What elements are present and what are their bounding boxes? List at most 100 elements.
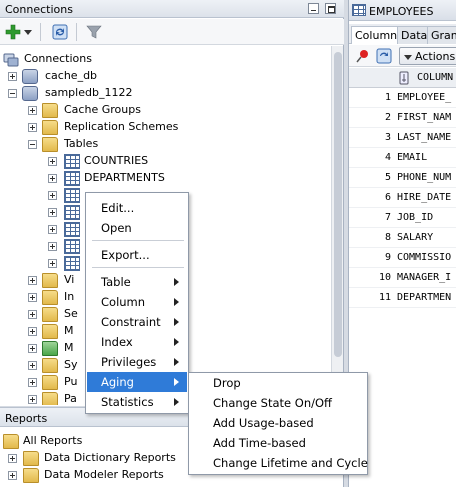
submenu-arrow-icon — [174, 318, 179, 326]
tab-grants[interactable]: Grant — [427, 26, 456, 44]
menu-item-add-usage-based[interactable]: Add Usage-based — [190, 413, 366, 433]
add-icon[interactable] — [5, 24, 21, 40]
menu-item-column[interactable]: Column — [87, 292, 187, 312]
table-row[interactable] — [48, 255, 88, 272]
menu-item-table[interactable]: Table — [87, 272, 187, 292]
table-row[interactable]: 5 PHONE_NUM — [349, 168, 456, 188]
vertical-scrollbar[interactable] — [331, 46, 343, 406]
menu-item-change-lifetime[interactable]: Change Lifetime and Cycle — [190, 453, 368, 473]
expand-icon[interactable] — [48, 225, 57, 234]
menu-item-add-time-based[interactable]: Add Time-based — [190, 433, 366, 453]
column-name-cell[interactable]: SALARY — [397, 232, 433, 243]
collapse-icon[interactable] — [8, 89, 17, 98]
column-name-cell[interactable]: DEPARTMEN — [397, 292, 451, 303]
collapse-icon[interactable] — [28, 140, 37, 149]
expand-icon[interactable] — [8, 471, 17, 480]
table-row[interactable]: 9 COMMISSIO — [349, 248, 456, 268]
row-number: 6 — [384, 192, 391, 203]
tab-employees[interactable]: EMPLOYEES — [349, 0, 456, 21]
column-name-cell[interactable]: PHONE_NUM — [397, 172, 451, 183]
minimize-icon[interactable] — [308, 3, 319, 14]
pin-icon[interactable] — [355, 48, 371, 64]
tree-item-materialized-logs[interactable]: M — [28, 340, 88, 357]
table-row[interactable]: 8 SALARY — [349, 228, 456, 248]
tree-item-sampledb[interactable]: sampledb_1122 — [8, 85, 328, 102]
tree-item-replication-schemes[interactable]: Replication Schemes — [28, 119, 328, 136]
table-row[interactable]: 6 HIRE_DATE — [349, 188, 456, 208]
table-row[interactable] — [48, 204, 88, 221]
expand-icon[interactable] — [48, 242, 57, 251]
menu-item-label: Open — [101, 221, 132, 235]
menu-item-change-state[interactable]: Change State On/Off — [190, 393, 366, 413]
table-row[interactable]: 10 MANAGER_I — [349, 268, 456, 288]
menu-item-export[interactable]: Export... — [87, 245, 187, 265]
expand-icon[interactable] — [28, 123, 37, 132]
column-name-cell[interactable]: LAST_NAME — [397, 132, 451, 143]
table-row[interactable] — [48, 221, 88, 238]
table-row[interactable]: 4 EMAIL — [349, 148, 456, 168]
expand-icon[interactable] — [28, 361, 37, 370]
menu-item-drop[interactable]: Drop — [190, 373, 366, 393]
table-row[interactable]: 2 FIRST_NAM — [349, 108, 456, 128]
tree-item-countries[interactable]: COUNTRIES — [48, 153, 328, 170]
table-row[interactable]: 3 LAST_NAME — [349, 128, 456, 148]
column-name-cell[interactable]: JOB_ID — [397, 212, 433, 223]
tree-item-synonyms[interactable]: Sy — [28, 357, 88, 374]
column-name-cell[interactable]: HIRE_DATE — [397, 192, 451, 203]
tree-item-departments[interactable]: DEPARTMENTS — [48, 170, 328, 187]
menu-item-aging[interactable]: Aging — [87, 372, 187, 392]
tree-item-indexes[interactable]: In — [28, 289, 88, 306]
expand-icon[interactable] — [28, 327, 37, 336]
refresh-icon[interactable] — [376, 48, 392, 64]
tree-item-connections[interactable]: Connections — [3, 51, 323, 68]
expand-icon[interactable] — [28, 378, 37, 387]
expand-icon[interactable] — [48, 174, 57, 183]
expand-icon[interactable] — [28, 276, 37, 285]
refresh-icon[interactable] — [52, 24, 68, 40]
menu-item-label: Change Lifetime and Cycle — [213, 456, 368, 470]
menu-item-edit[interactable]: Edit... — [87, 198, 187, 218]
table-row[interactable] — [48, 187, 88, 204]
column-name-cell[interactable]: FIRST_NAM — [397, 112, 451, 123]
tree-item-cache-db[interactable]: cache_db — [8, 68, 328, 85]
expand-icon[interactable] — [28, 344, 37, 353]
filter-icon[interactable] — [86, 24, 102, 40]
column-header[interactable]: COLUMN — [417, 72, 453, 83]
expand-icon[interactable] — [8, 72, 17, 81]
expand-icon[interactable] — [48, 208, 57, 217]
expand-icon[interactable] — [28, 310, 37, 319]
expand-icon[interactable] — [28, 395, 37, 404]
expand-icon[interactable] — [28, 293, 37, 302]
expand-icon[interactable] — [48, 157, 57, 166]
expand-icon[interactable] — [48, 259, 57, 268]
tree-item-packages[interactable]: Pa — [28, 391, 88, 405]
column-name-cell[interactable]: EMPLOYEE_ — [397, 92, 451, 103]
tree-item-views[interactable]: Vi — [28, 272, 88, 289]
tree-item-cache-groups[interactable]: Cache Groups — [28, 102, 328, 119]
expand-icon[interactable] — [48, 191, 57, 200]
tree-item-public-synonyms[interactable]: Pu — [28, 374, 88, 391]
connections-icon — [3, 53, 19, 67]
maximize-icon[interactable] — [325, 3, 336, 14]
table-row[interactable]: 7 JOB_ID — [349, 208, 456, 228]
column-name-cell[interactable]: COMMISSIO — [397, 252, 451, 263]
dropdown-arrow-icon[interactable] — [23, 24, 33, 40]
menu-item-privileges[interactable]: Privileges — [87, 352, 187, 372]
menu-item-index[interactable]: Index — [87, 332, 187, 352]
menu-item-open[interactable]: Open — [87, 218, 187, 238]
actions-button[interactable]: Actions... — [399, 47, 456, 65]
table-row[interactable]: 11 DEPARTMEN — [349, 288, 456, 308]
table-row[interactable] — [48, 238, 88, 255]
menu-item-constraint[interactable]: Constraint — [87, 312, 187, 332]
tree-item-materialized[interactable]: M — [28, 323, 88, 340]
menu-item-statistics[interactable]: Statistics — [87, 392, 187, 412]
scrollbar-thumb[interactable] — [334, 52, 342, 357]
tree-item-tables[interactable]: Tables — [28, 136, 328, 153]
expand-icon[interactable] — [28, 106, 37, 115]
column-name-cell[interactable]: EMAIL — [397, 152, 427, 163]
row-number: 11 — [378, 292, 391, 303]
expand-icon[interactable] — [8, 454, 17, 463]
tree-item-sequences[interactable]: Se — [28, 306, 88, 323]
column-name-cell[interactable]: MANAGER_I — [397, 272, 451, 283]
table-row[interactable]: 1 EMPLOYEE_ — [349, 88, 456, 108]
